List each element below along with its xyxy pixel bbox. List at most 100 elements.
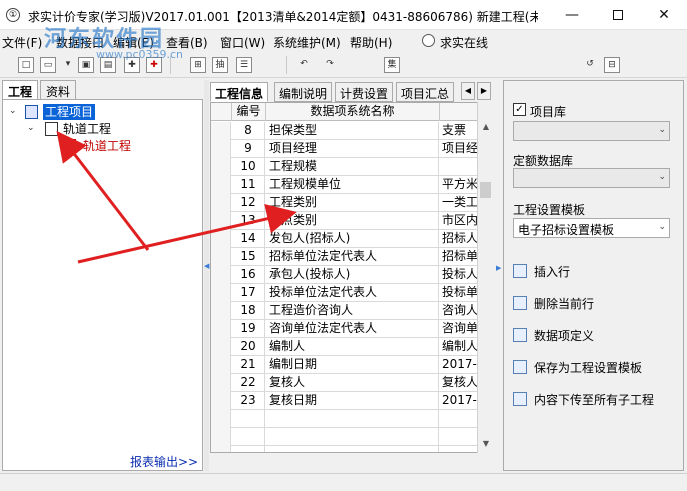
row-indicator[interactable] bbox=[211, 356, 231, 374]
menu-help[interactable]: 帮助(H) bbox=[350, 34, 392, 51]
row-indicator[interactable] bbox=[211, 320, 231, 338]
collapse-left-icon[interactable]: ◀ bbox=[204, 262, 209, 272]
row-name[interactable]: 工程规模 bbox=[266, 158, 439, 176]
row-value[interactable]: 项目经 bbox=[440, 140, 478, 158]
row-name[interactable] bbox=[266, 410, 439, 428]
row-indicator[interactable] bbox=[211, 338, 231, 356]
row-value[interactable]: 2017-0 bbox=[440, 356, 478, 374]
tab-project-summary[interactable]: 项目汇总 bbox=[396, 82, 455, 102]
row-indicator[interactable] bbox=[211, 194, 231, 212]
grid-scrollbar[interactable]: ▲ ▼ bbox=[477, 102, 493, 453]
row-value[interactable]: 2017-0 bbox=[440, 392, 478, 410]
redo-icon[interactable]: ↷ bbox=[322, 57, 338, 73]
table-row[interactable]: 12 工程类别 一类工 bbox=[211, 194, 492, 212]
open-folder-icon[interactable]: ▭ bbox=[40, 57, 56, 73]
row-value[interactable]: 咨询单 bbox=[440, 320, 478, 338]
table-row-empty[interactable] bbox=[211, 410, 492, 428]
row-name[interactable]: 发包人(招标人) bbox=[266, 230, 439, 248]
row-value[interactable]: 支票 bbox=[440, 122, 478, 140]
scroll-down-icon[interactable]: ▼ bbox=[478, 437, 494, 451]
new-file-icon[interactable]: □ bbox=[18, 57, 34, 73]
chevron-down-icon[interactable]: ⌄ bbox=[27, 123, 37, 133]
header-number[interactable]: 编号 bbox=[232, 103, 266, 121]
row-name[interactable]: 担保类型 bbox=[266, 122, 439, 140]
undo-icon[interactable]: ↶ bbox=[296, 57, 312, 73]
row-indicator[interactable] bbox=[211, 230, 231, 248]
row-name[interactable]: 投标单位法定代表人 bbox=[266, 284, 439, 302]
row-name[interactable]: 工程造价咨询人 bbox=[266, 302, 439, 320]
table-row[interactable]: 20 编制人 编制人 bbox=[211, 338, 492, 356]
collapse-right-icon[interactable]: ▶ bbox=[496, 264, 502, 274]
tab-project-info[interactable]: 工程信息 bbox=[210, 82, 269, 102]
table-row[interactable]: 17 投标单位法定代表人 投标单 bbox=[211, 284, 492, 302]
tab-fee-settings[interactable]: 计费设置 bbox=[335, 82, 394, 102]
row-value[interactable]: 投标单 bbox=[440, 284, 478, 302]
row-value[interactable] bbox=[440, 446, 478, 452]
row-indicator[interactable] bbox=[211, 176, 231, 194]
table-row[interactable]: 23复核日期2017-0 bbox=[211, 392, 492, 410]
row-name[interactable] bbox=[266, 446, 439, 452]
row-value[interactable] bbox=[440, 410, 478, 428]
row-value[interactable]: 市区内 bbox=[440, 212, 478, 230]
menu-window[interactable]: 窗口(W) bbox=[220, 34, 265, 51]
row-value[interactable]: 咨询人 bbox=[440, 302, 478, 320]
maximize-button[interactable] bbox=[595, 0, 641, 30]
row-name[interactable]: 工程规模单位 bbox=[266, 176, 439, 194]
refresh-icon[interactable]: ↺ bbox=[582, 57, 598, 73]
scroll-thumb[interactable] bbox=[480, 182, 491, 198]
header-system-name[interactable]: 数据项系统名称 bbox=[266, 103, 440, 121]
online-link[interactable]: 求实在线 bbox=[440, 34, 488, 51]
row-value[interactable]: 平方米 bbox=[440, 176, 478, 194]
row-value[interactable]: 投标人 bbox=[440, 266, 478, 284]
table-row[interactable]: 14 发包人(招标人) 招标人 bbox=[211, 230, 492, 248]
minimize-button[interactable]: — bbox=[549, 0, 595, 30]
table-row[interactable]: 19 咨询单位法定代表人 咨询单 bbox=[211, 320, 492, 338]
collect-icon[interactable]: 集 bbox=[384, 57, 400, 73]
row-name[interactable]: 编制日期 bbox=[266, 356, 439, 374]
row-indicator[interactable] bbox=[211, 140, 231, 158]
quota-db-select[interactable]: ⌄ bbox=[513, 168, 670, 188]
row-value[interactable]: 编制人 bbox=[440, 338, 478, 356]
open-dropdown-icon[interactable]: ▾ bbox=[60, 57, 76, 73]
table-row[interactable]: 21编制日期2017-0 bbox=[211, 356, 492, 374]
table-row-empty[interactable] bbox=[211, 428, 492, 446]
row-indicator[interactable] bbox=[211, 284, 231, 302]
row-value[interactable]: 招标单 bbox=[440, 248, 478, 266]
table-row[interactable]: 16 承包人(投标人) 投标人 bbox=[211, 266, 492, 284]
grid-icon[interactable]: ⊞ bbox=[190, 57, 206, 73]
row-value[interactable] bbox=[440, 158, 478, 176]
row-indicator[interactable] bbox=[211, 410, 231, 428]
row-indicator[interactable] bbox=[211, 158, 231, 176]
row-name[interactable]: 复核人 bbox=[266, 374, 439, 392]
row-name[interactable]: 地点类别 bbox=[266, 212, 439, 230]
tab-scroll-right-icon[interactable]: ▶ bbox=[477, 82, 491, 100]
row-indicator[interactable] bbox=[211, 248, 231, 266]
report-output-link[interactable]: 报表输出>> bbox=[130, 453, 198, 470]
row-indicator[interactable] bbox=[211, 266, 231, 284]
row-indicator[interactable] bbox=[211, 374, 231, 392]
tab-compile-notes[interactable]: 编制说明 bbox=[274, 82, 333, 102]
row-indicator[interactable] bbox=[211, 122, 231, 140]
chevron-down-icon[interactable]: ⌄ bbox=[9, 106, 19, 116]
row-indicator[interactable] bbox=[211, 212, 231, 230]
table-row-empty[interactable] bbox=[211, 446, 492, 452]
row-indicator[interactable] bbox=[211, 446, 231, 452]
table-row[interactable]: 10 工程规模 bbox=[211, 158, 492, 176]
table-row[interactable]: 9 项目经理 项目经 bbox=[211, 140, 492, 158]
save-as-icon[interactable]: ▣ bbox=[78, 57, 94, 73]
row-name[interactable] bbox=[266, 428, 439, 446]
table-row[interactable]: 18 工程造价咨询人 咨询人 bbox=[211, 302, 492, 320]
row-name[interactable]: 咨询单位法定代表人 bbox=[266, 320, 439, 338]
header-value[interactable] bbox=[440, 103, 478, 121]
close-button[interactable]: ✕ bbox=[641, 0, 687, 30]
table-row[interactable]: 15 招标单位法定代表人 招标单 bbox=[211, 248, 492, 266]
row-name[interactable]: 工程类别 bbox=[266, 194, 439, 212]
table-row[interactable]: 11 工程规模单位 平方米 bbox=[211, 176, 492, 194]
table-row[interactable]: 13 地点类别 市区内 bbox=[211, 212, 492, 230]
row-name[interactable]: 承包人(投标人) bbox=[266, 266, 439, 284]
pane-splitter[interactable] bbox=[204, 80, 209, 471]
row-name[interactable]: 复核日期 bbox=[266, 392, 439, 410]
menu-system[interactable]: 系统维护(M) bbox=[273, 34, 341, 51]
online-icon[interactable] bbox=[422, 34, 435, 47]
row-indicator[interactable] bbox=[211, 428, 231, 446]
